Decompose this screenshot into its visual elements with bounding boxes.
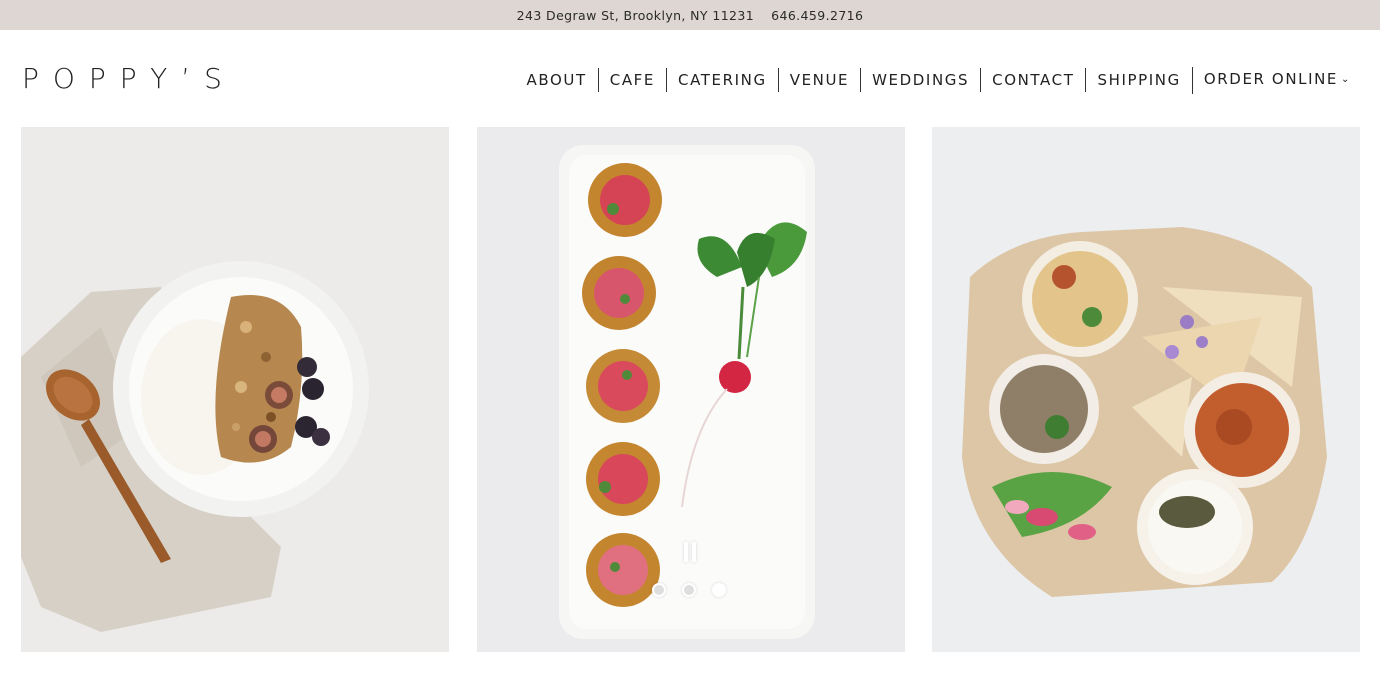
nav-label: VENUE — [789, 71, 850, 89]
nav-about[interactable]: ABOUT — [516, 68, 598, 92]
nav-label: WEDDINGS — [872, 71, 970, 89]
nav-label: CONTACT — [992, 71, 1075, 89]
nav-label: CATERING — [678, 71, 767, 89]
pause-bar — [692, 542, 696, 562]
slide-dots — [652, 583, 726, 597]
nav-venue[interactable]: VENUE — [777, 68, 860, 92]
pause-bar — [684, 542, 688, 562]
nav-catering[interactable]: CATERING — [666, 68, 778, 92]
granola-bowl-photo — [21, 127, 449, 652]
main-nav: ABOUT CAFE CATERING VENUE WEDDINGS CONTA… — [516, 66, 1363, 94]
nav-contact[interactable]: CONTACT — [980, 68, 1085, 92]
nav-shipping[interactable]: SHIPPING — [1085, 68, 1191, 92]
nav-label: ORDER ONLINE — [1203, 69, 1339, 88]
site-logo[interactable]: POPPY’S — [22, 62, 236, 95]
radish-platter-photo — [477, 127, 905, 652]
phone-number[interactable]: 646.459.2716 — [771, 8, 863, 23]
pause-icon[interactable] — [681, 542, 699, 564]
address-text[interactable]: 243 Degraw St, Brooklyn, NY 11231 — [517, 8, 755, 23]
chevron-down-icon: ⌄ — [1341, 73, 1351, 85]
nav-weddings[interactable]: WEDDINGS — [860, 68, 980, 92]
mezze-platter-photo — [932, 127, 1360, 652]
slide-dot-2[interactable] — [682, 583, 696, 597]
slide-dot-3[interactable] — [712, 583, 726, 597]
top-info-bar: 243 Degraw St, Brooklyn, NY 11231 646.45… — [0, 0, 1380, 30]
site-header: POPPY’S ABOUT CAFE CATERING VENUE WEDDIN… — [0, 30, 1380, 127]
nav-label: SHIPPING — [1097, 71, 1181, 89]
nav-cafe[interactable]: CAFE — [597, 68, 666, 92]
nav-order-online[interactable]: ORDER ONLINE ⌄ — [1191, 66, 1362, 94]
nav-label: CAFE — [609, 71, 655, 89]
nav-label: ABOUT — [526, 71, 587, 89]
slide-dot-1[interactable] — [652, 583, 666, 597]
